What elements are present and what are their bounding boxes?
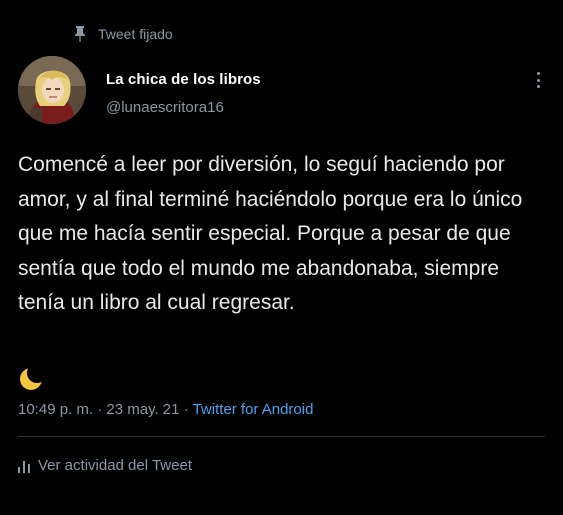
pinned-label: Tweet fijado	[98, 26, 173, 42]
pinned-indicator: Tweet fijado	[74, 24, 173, 44]
tweet-screen: Tweet fijado La chica de los libros @lun…	[0, 0, 563, 515]
avatar-image	[18, 56, 86, 124]
bar-chart-icon	[18, 461, 30, 473]
view-activity-button[interactable]: Ver actividad del Tweet	[18, 456, 192, 476]
more-vertical-icon[interactable]	[528, 70, 548, 90]
view-activity-label[interactable]: Ver actividad del Tweet	[38, 456, 192, 476]
tweet-meta: 10:49 p. m. · 23 may. 21 · Twitter for A…	[18, 400, 313, 420]
divider	[18, 436, 545, 437]
author-display-name[interactable]: La chica de los libros	[106, 70, 261, 90]
author-info[interactable]: La chica de los libros @lunaescritora16	[106, 70, 261, 118]
tweet-date[interactable]: 23 may. 21	[106, 401, 179, 418]
tweet-source-link[interactable]: Twitter for Android	[193, 401, 314, 418]
pin-icon	[75, 26, 85, 42]
tweet-text: Comencé a leer por diversión, lo seguí h…	[18, 153, 523, 314]
author-handle[interactable]: @lunaescritora16	[106, 98, 261, 118]
meta-separator: ·	[93, 401, 107, 418]
tweet-time[interactable]: 10:49 p. m.	[18, 401, 93, 418]
crescent-moon-icon	[20, 368, 42, 390]
avatar[interactable]	[18, 56, 86, 124]
meta-separator: ·	[179, 401, 193, 418]
